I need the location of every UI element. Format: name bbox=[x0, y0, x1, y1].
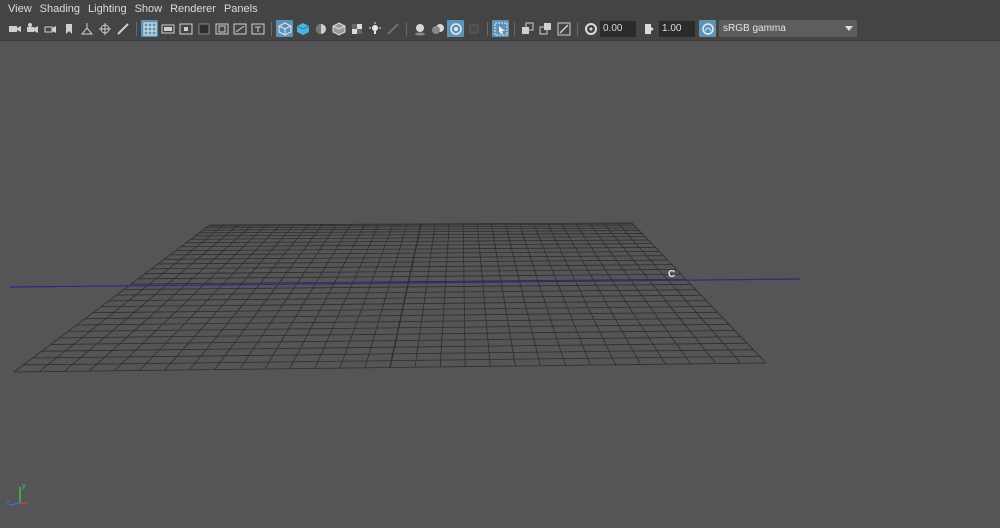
film-gate-icon[interactable] bbox=[159, 20, 176, 37]
camera-attributes-icon[interactable] bbox=[24, 20, 41, 37]
menu-lighting[interactable]: Lighting bbox=[84, 0, 131, 18]
grid-line bbox=[505, 223, 541, 366]
select-camera-icon[interactable] bbox=[6, 20, 23, 37]
safe-action-icon[interactable] bbox=[231, 20, 248, 37]
view-transform-toggle-icon[interactable] bbox=[699, 20, 716, 37]
scene-canvas[interactable] bbox=[0, 41, 1000, 528]
view-transform-icon[interactable] bbox=[78, 20, 95, 37]
toolbar-divider bbox=[487, 21, 488, 36]
depth-of-field-icon[interactable] bbox=[465, 20, 482, 37]
exposure-field[interactable] bbox=[600, 20, 636, 37]
xray-icon[interactable] bbox=[519, 20, 536, 37]
grid-line bbox=[617, 222, 742, 364]
grid-line bbox=[490, 223, 516, 367]
toolbar-divider bbox=[136, 21, 137, 36]
z-axis-line bbox=[9, 502, 21, 506]
gate-mask-icon[interactable] bbox=[195, 20, 212, 37]
view-axis-gizmo: y z bbox=[6, 483, 28, 507]
resolution-gate-icon[interactable] bbox=[177, 20, 194, 37]
xray-active-components-icon[interactable] bbox=[537, 20, 554, 37]
smooth-shade-icon[interactable] bbox=[294, 20, 311, 37]
image-plane-icon[interactable] bbox=[60, 20, 77, 37]
isolate-select-icon[interactable] bbox=[492, 20, 509, 37]
multisample-aa-icon[interactable] bbox=[447, 20, 464, 37]
safe-title-icon[interactable] bbox=[249, 20, 266, 37]
gamma-icon[interactable] bbox=[640, 20, 657, 37]
use-all-lights-icon[interactable] bbox=[366, 20, 383, 37]
menu-renderer[interactable]: Renderer bbox=[166, 0, 220, 18]
chevron-down-icon bbox=[841, 20, 857, 37]
toolbar-divider bbox=[406, 21, 407, 36]
motion-blur-icon[interactable] bbox=[429, 20, 446, 37]
bookmarks-icon[interactable] bbox=[42, 20, 59, 37]
xray-joints-icon[interactable] bbox=[555, 20, 572, 37]
gamma-field[interactable] bbox=[659, 20, 695, 37]
wireframe-icon[interactable] bbox=[276, 20, 293, 37]
menu-view[interactable]: View bbox=[4, 0, 36, 18]
menu-shading[interactable]: Shading bbox=[36, 0, 84, 18]
panel-toolbar: sRGB gamma bbox=[0, 18, 1000, 39]
color-space-dropdown[interactable]: sRGB gamma bbox=[719, 20, 857, 37]
nurbs-curve[interactable] bbox=[9, 278, 801, 288]
wireframe-on-shaded-icon[interactable] bbox=[330, 20, 347, 37]
color-space-value: sRGB gamma bbox=[723, 23, 786, 34]
grid-line bbox=[561, 223, 642, 365]
grid-line bbox=[462, 223, 466, 367]
shadows-icon[interactable] bbox=[384, 20, 401, 37]
toolbar-divider bbox=[271, 21, 272, 36]
exposure-icon[interactable] bbox=[582, 20, 599, 37]
grid-line bbox=[476, 223, 491, 367]
toolbar-divider bbox=[577, 21, 578, 36]
ground-grid bbox=[13, 222, 767, 373]
camera-label: C bbox=[668, 269, 676, 280]
menu-panels[interactable]: Panels bbox=[220, 0, 262, 18]
default-material-icon[interactable] bbox=[312, 20, 329, 37]
screen-space-ao-icon[interactable] bbox=[411, 20, 428, 37]
y-axis-label: y bbox=[22, 483, 26, 490]
menu-show[interactable]: Show bbox=[131, 0, 167, 18]
perspective-viewport[interactable]: C y z bbox=[0, 40, 1000, 528]
grease-pencil-icon[interactable] bbox=[114, 20, 131, 37]
z-axis-label: z bbox=[6, 500, 10, 507]
grid-icon[interactable] bbox=[141, 20, 158, 37]
panel-menu-bar: View Shading Lighting Show Renderer Pane… bbox=[0, 0, 1000, 18]
toolbar-divider bbox=[514, 21, 515, 36]
2d-pan-zoom-icon[interactable] bbox=[96, 20, 113, 37]
textured-icon[interactable] bbox=[348, 20, 365, 37]
field-chart-icon[interactable] bbox=[213, 20, 230, 37]
